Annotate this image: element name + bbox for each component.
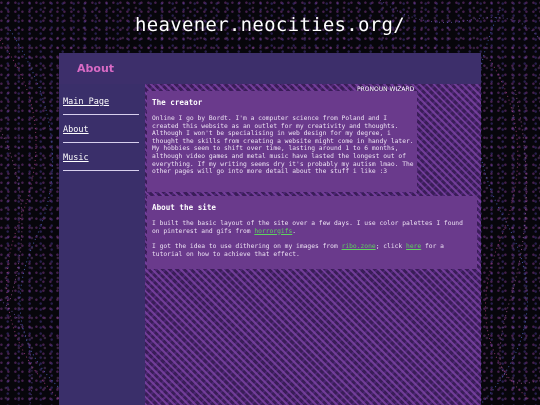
sidebar: Main Page About Music	[59, 84, 145, 405]
sidebar-item-about[interactable]: About	[63, 124, 137, 136]
pronoun-wizard-broken-image[interactable]: PRONOUN WIZARD	[357, 86, 423, 93]
ribo-zone-link[interactable]: ribo.zone	[342, 243, 376, 250]
sidebar-divider	[63, 142, 139, 143]
about-site-p2-mid: ; click	[375, 243, 407, 250]
site-frame: About Main Page About Music The creator …	[59, 53, 481, 405]
about-site-p1-text: I built the basic layout of the site ove…	[152, 220, 463, 235]
sidebar-divider	[63, 170, 139, 171]
about-site-p2-text: I got the idea to use dithering on my im…	[152, 243, 342, 250]
horrorgifs-link[interactable]: horrorgifs	[254, 228, 292, 235]
about-site-heading: About the site	[152, 203, 217, 212]
about-site-paragraph-1: I built the basic layout of the site ove…	[152, 220, 472, 235]
sidebar-divider	[63, 114, 139, 115]
sidebar-item-music[interactable]: Music	[63, 152, 137, 164]
main-content: The creator Online I go by Bordt. I'm a …	[145, 84, 481, 405]
creator-body: Online I go by Bordt. I'm a computer sci…	[152, 115, 414, 176]
about-site-paragraph-2: I got the idea to use dithering on my im…	[152, 243, 472, 258]
sidebar-item-main-page[interactable]: Main Page	[63, 96, 137, 108]
page-title: About	[77, 62, 115, 75]
creator-heading: The creator	[152, 98, 203, 107]
site-url-title: heavener.neocities.org/	[135, 14, 405, 36]
about-site-card: About the site I built the basic layout …	[147, 196, 477, 269]
creator-card: The creator Online I go by Bordt. I'm a …	[147, 91, 417, 192]
page-header: About	[59, 53, 481, 84]
here-link[interactable]: here	[406, 243, 421, 250]
about-site-p1-end: .	[292, 227, 297, 235]
